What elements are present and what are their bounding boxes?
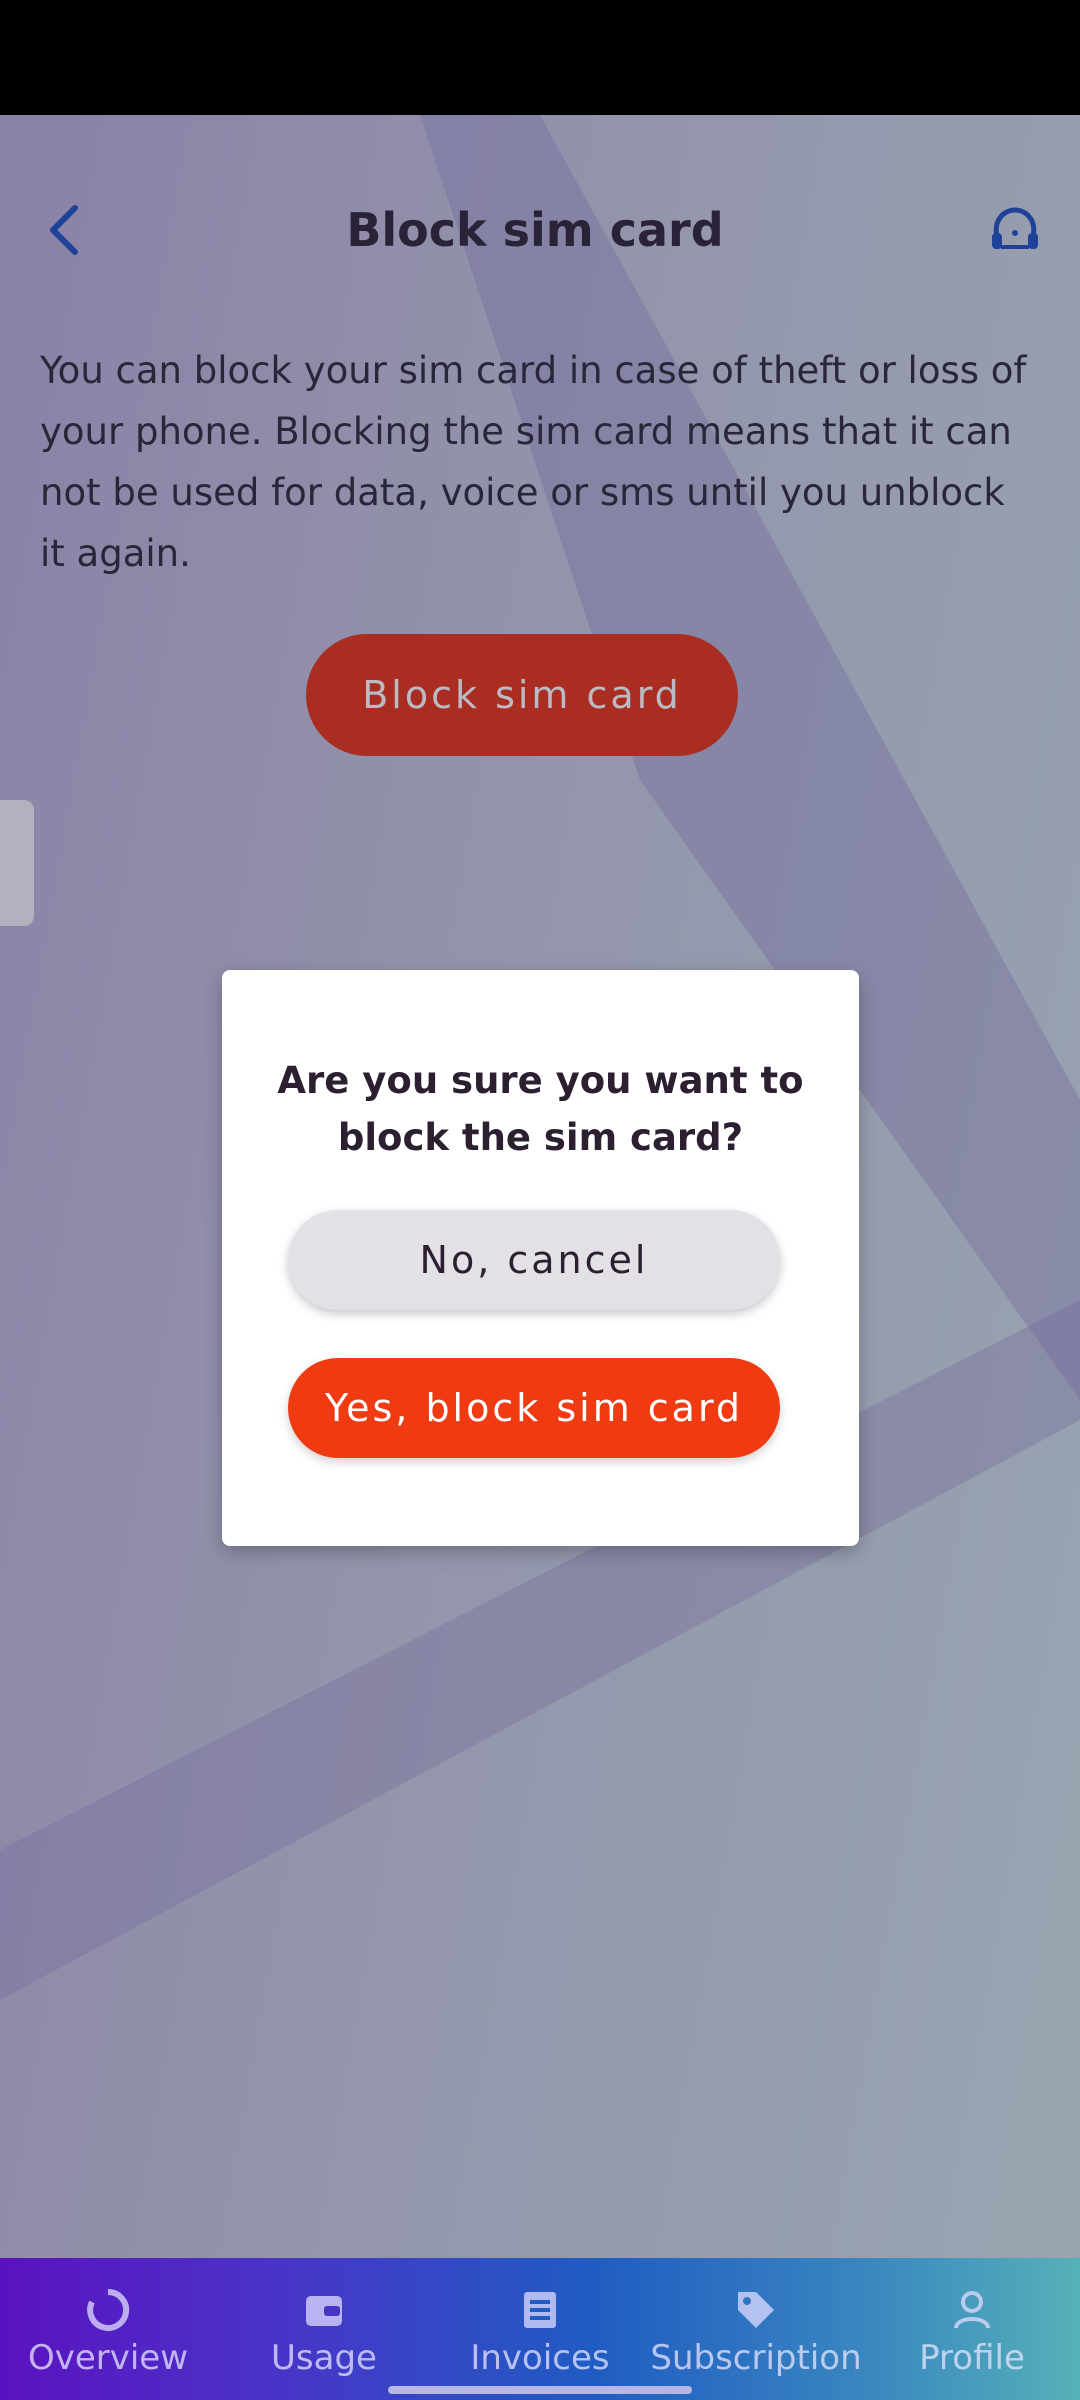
overview-icon xyxy=(87,2288,130,2331)
nav-item-overview[interactable]: Overview xyxy=(0,2258,216,2400)
nav-item-invoices[interactable]: Invoices xyxy=(432,2258,648,2400)
nav-label-invoices: Invoices xyxy=(470,2338,610,2378)
wallet-icon xyxy=(306,2296,342,2326)
nav-item-subscription[interactable]: Subscription xyxy=(648,2258,864,2400)
nav-label-usage: Usage xyxy=(271,2338,377,2378)
invoice-icon xyxy=(524,2292,556,2328)
nav-item-usage[interactable]: Usage xyxy=(216,2258,432,2400)
home-indicator[interactable] xyxy=(388,2386,692,2394)
nav-item-profile[interactable]: Profile xyxy=(864,2258,1080,2400)
nav-label-overview: Overview xyxy=(27,2338,189,2378)
confirm-block-button[interactable]: Yes, block sim card xyxy=(288,1358,780,1458)
dialog-title: Are you sure you want to block the sim c… xyxy=(277,1059,804,1159)
nav-label-profile: Profile xyxy=(919,2338,1025,2378)
bottom-nav: Overview Usage Invoices Subscription Pro… xyxy=(0,2258,1080,2400)
tag-icon xyxy=(738,2292,774,2328)
nav-label-subscription: Subscription xyxy=(650,2338,862,2378)
person-icon xyxy=(954,2291,990,2329)
confirm-dialog: Are you sure you want to block the sim c… xyxy=(222,970,859,1546)
status-bar xyxy=(0,0,1080,115)
cancel-button[interactable]: No, cancel xyxy=(288,1210,780,1310)
screen: Block sim card You can block your sim ca… xyxy=(0,0,1080,2400)
